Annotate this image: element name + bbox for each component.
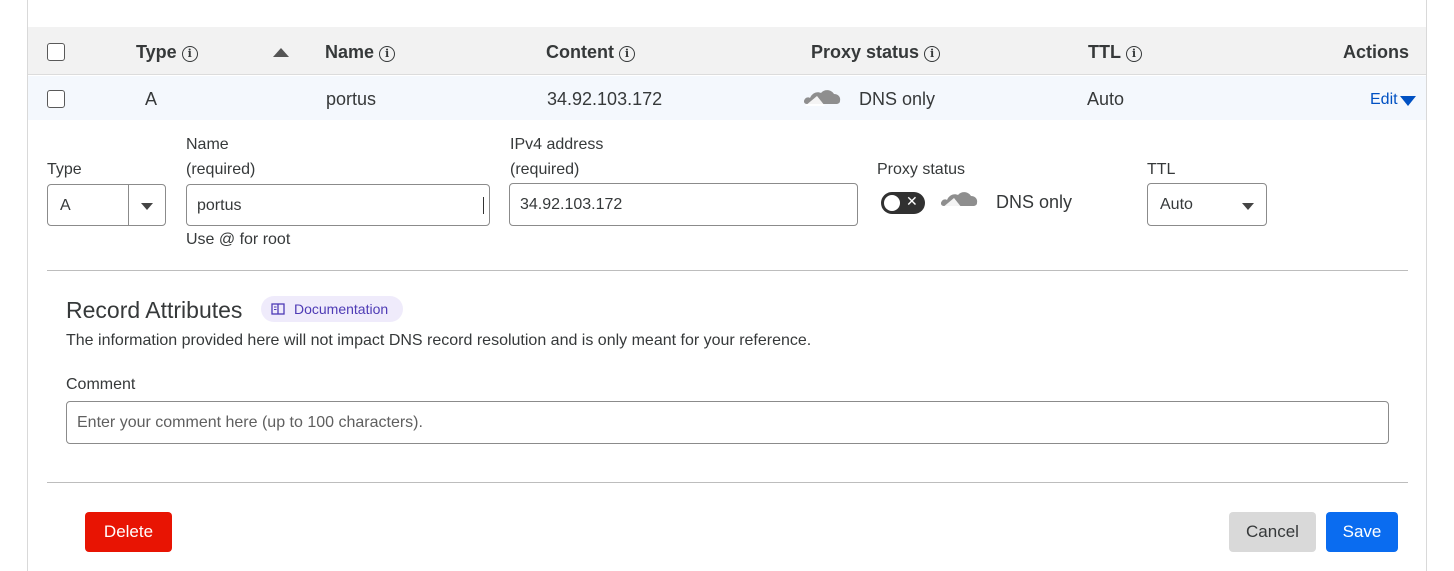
ttl-label: TTL <box>1147 161 1176 178</box>
row-content: 34.92.103.172 <box>547 89 663 109</box>
name-label: Name <box>186 136 229 153</box>
info-icon[interactable]: i <box>1126 46 1142 62</box>
delete-button[interactable]: Delete <box>85 512 172 552</box>
proxy-status-value: DNS only <box>996 192 1073 212</box>
row-type: A <box>145 89 158 109</box>
type-label: Type <box>47 161 82 178</box>
header-ttl[interactable]: TTL i <box>1088 42 1142 63</box>
text-cursor <box>483 197 484 214</box>
documentation-link[interactable]: Documentation <box>261 296 403 322</box>
divider <box>47 270 1408 271</box>
comment-input[interactable]: Enter your comment here (up to 100 chara… <box>66 401 1389 444</box>
name-input[interactable]: portus <box>186 184 490 226</box>
save-button[interactable]: Save <box>1326 512 1398 552</box>
name-required-label: (required) <box>186 161 256 178</box>
header-type[interactable]: Type i <box>136 42 198 63</box>
toggle-knob <box>884 195 900 211</box>
row-checkbox[interactable] <box>47 90 65 108</box>
select-all-checkbox[interactable] <box>47 43 65 61</box>
header-content[interactable]: Content i <box>546 42 635 63</box>
proxy-toggle[interactable]: ✕ <box>881 192 925 214</box>
ipv4-input[interactable]: 34.92.103.172 <box>509 183 858 226</box>
ipv4-label: IPv4 address <box>510 136 604 153</box>
table-header <box>28 27 1426 75</box>
cancel-button[interactable]: Cancel <box>1229 512 1316 552</box>
sort-ascending-icon[interactable] <box>273 48 289 57</box>
header-name[interactable]: Name i <box>325 42 396 63</box>
chevron-down-icon <box>141 203 153 210</box>
divider <box>47 482 1408 483</box>
book-icon <box>271 303 285 315</box>
info-icon[interactable]: i <box>379 46 396 62</box>
proxy-status-label: Proxy status <box>877 161 966 178</box>
ttl-select[interactable]: Auto <box>1147 183 1267 226</box>
row-proxy-status: DNS only <box>859 89 936 109</box>
cloud-icon <box>940 192 978 208</box>
select-divider <box>128 185 129 225</box>
documentation-label: Documentation <box>294 301 389 317</box>
type-select[interactable]: A <box>47 184 166 226</box>
info-icon[interactable]: i <box>618 46 635 62</box>
header-actions: Actions <box>1343 42 1410 62</box>
edit-link[interactable]: Edit <box>1370 91 1398 109</box>
record-attributes-title: Record Attributes <box>66 297 243 323</box>
cloud-icon <box>803 90 841 106</box>
name-hint: Use @ for root <box>186 231 291 248</box>
chevron-down-icon[interactable] <box>1400 96 1416 106</box>
info-icon[interactable]: i <box>181 46 198 62</box>
ipv4-required-label: (required) <box>510 161 580 178</box>
table-row <box>28 76 1426 120</box>
chevron-down-icon <box>1242 203 1254 210</box>
header-proxy-status[interactable]: Proxy status i <box>811 42 941 63</box>
row-name: portus <box>326 89 377 109</box>
close-icon: ✕ <box>906 193 918 209</box>
row-ttl: Auto <box>1087 89 1125 109</box>
comment-label: Comment <box>66 376 136 393</box>
info-icon[interactable]: i <box>924 46 941 62</box>
record-attributes-description: The information provided here will not i… <box>66 332 812 349</box>
